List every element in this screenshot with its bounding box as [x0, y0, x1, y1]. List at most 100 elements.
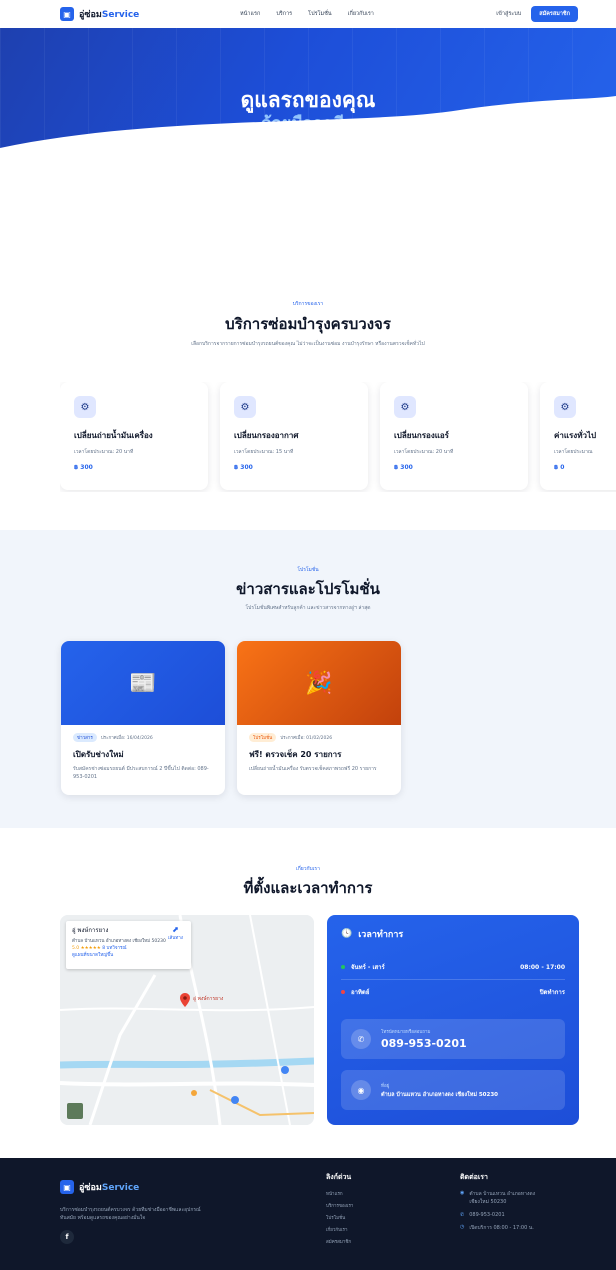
party-popper-icon: 🎉 — [237, 641, 401, 725]
footer-phone[interactable]: ✆ 089-953-0201 — [460, 1212, 505, 1218]
map-directions[interactable]: ⬈ เส้นทาง — [168, 925, 183, 941]
hours-time: 08:00 - 17:00 — [520, 963, 565, 971]
hero-wave — [0, 96, 616, 156]
newspaper-icon: 📰 — [61, 641, 225, 725]
gear-icon: ⚙ — [74, 396, 96, 418]
garage-icon: ▣ — [60, 1180, 74, 1194]
directions-icon: ⬈ — [172, 925, 179, 934]
closed-status-dot — [341, 990, 345, 994]
nav-link-services[interactable]: บริการ — [276, 10, 292, 18]
map-larger-link[interactable]: ดูแผนที่ขนาดใหญ่ขึ้น — [72, 951, 185, 958]
service-name: เปลี่ยนถ่ายน้ำมันเครื่อง — [74, 431, 153, 440]
login-link[interactable]: เข้าสู่ระบบ — [496, 10, 521, 18]
service-price: ฿ 0 — [554, 464, 565, 471]
services-eyebrow: บริการของเรา — [292, 301, 324, 307]
nav-link-home[interactable]: หน้าแรก — [240, 10, 260, 18]
hours-row-sunday: อาทิตย์ ปิดทำการ — [341, 980, 565, 1004]
news-card[interactable]: 📰 ข่าวสาร ประกาศเมื่อ: 16/04/2026 เปิดรั… — [61, 641, 225, 795]
footer-about: บริการซ่อมบำรุงรถยนต์ครบวงจร ด้วยทีมช่าง… — [60, 1207, 201, 1221]
service-price: ฿ 300 — [74, 464, 93, 471]
nav-link-about[interactable]: เกี่ยวกับเรา — [348, 10, 374, 18]
news-date: ประกาศเมื่อ: 01/02/2026 — [280, 736, 333, 741]
facebook-icon[interactable]: f — [60, 1230, 74, 1244]
service-name: เปลี่ยนกรองอากาศ — [234, 431, 299, 440]
news-title-text: เปิดรับช่างใหม่ — [73, 750, 124, 759]
map-info-card: อู่ พงษ์การยาง ตำบล บ้านแหวน อำเภอหางดง … — [66, 921, 191, 969]
brand-logo[interactable]: ▣ อู่ซ่อมService — [60, 7, 139, 21]
news-date: ประกาศเมื่อ: 16/04/2026 — [100, 736, 153, 741]
hours-day: จันทร์ - เสาร์ — [351, 964, 385, 971]
open-status-dot — [341, 965, 345, 969]
map-directions-label: เส้นทาง — [167, 936, 183, 941]
news-text: เปลี่ยนถ่ายน้ำมันเครื่อง รับตรวจเช็คสภาพ… — [249, 766, 377, 772]
location-eyebrow: เกี่ยวกับเรา — [296, 866, 320, 872]
service-card[interactable]: ⚙ เปลี่ยนกรองแอร์ เวลาโดยประมาณ: 20 นาที… — [380, 382, 528, 490]
map-pin-icon: ◉ — [460, 1190, 465, 1196]
map-pin-icon: ◉ — [351, 1080, 371, 1100]
news-text: รับสมัครช่างซ่อมรถยนต์ มีประสบการณ์ 2 ปี… — [73, 766, 209, 780]
service-price: ฿ 300 — [394, 464, 413, 471]
service-name: เปลี่ยนกรองแอร์ — [394, 431, 449, 440]
gear-icon: ⚙ — [394, 396, 416, 418]
gear-icon: ⚙ — [554, 396, 576, 418]
clock-icon: 🕓 — [341, 929, 353, 939]
map-pin-icon[interactable] — [180, 993, 190, 1007]
phone-number[interactable]: 089-953-0201 — [381, 1037, 467, 1050]
hours-row-weekdays: จันทร์ - เสาร์ 08:00 - 17:00 — [341, 955, 565, 980]
service-card[interactable]: ⚙ เปลี่ยนถ่ายน้ำมันเครื่อง เวลาโดยประมาณ… — [60, 382, 208, 490]
service-time: เวลาโดยประมาณ — [554, 449, 593, 455]
hours-day: อาทิตย์ — [351, 989, 370, 996]
hours-panel: 🕓 เวลาทำการ จันทร์ - เสาร์ 08:00 - 17:00… — [327, 915, 579, 1125]
address-box: ◉ ที่อยู่ ตำบล บ้านแหวน อำเภอหางดง เชียง… — [341, 1070, 565, 1110]
gear-icon: ⚙ — [234, 396, 256, 418]
news-title-text: ฟรี! ตรวจเช็ค 20 รายการ — [249, 750, 342, 759]
service-name: ค่าแรงทั่วไป — [554, 431, 597, 440]
top-nav: ▣ อู่ซ่อมService หน้าแรก บริการ โปรโมชั่… — [0, 0, 616, 28]
address-label: ที่อยู่ — [381, 1083, 390, 1089]
footer-hours: ◷ เปิดบริการ 08:00 - 17:00 น. — [460, 1224, 534, 1231]
service-time: เวลาโดยประมาณ: 20 นาที — [394, 449, 454, 455]
nav-actions: เข้าสู่ระบบ สมัครสมาชิก — [496, 6, 578, 22]
clock-icon: ◷ — [460, 1224, 465, 1230]
service-card[interactable]: ⚙ เปลี่ยนกรองอากาศ เวลาโดยประมาณ: 15 นาท… — [220, 382, 368, 490]
contact-title: ติดต่อเรา — [460, 1173, 488, 1181]
news-tag: ข่าวสาร — [73, 733, 97, 742]
promo-tag: โปรโมชั่น — [249, 733, 277, 742]
google-map[interactable]: อู่ พงษ์การยาง อู่ พงษ์การยาง ตำบล บ้านแ… — [60, 915, 314, 1125]
news-eyebrow: โปรโมชั่น — [297, 567, 319, 573]
news-title: ข่าวสารและโปรโมชั่น — [236, 580, 380, 598]
service-price: ฿ 300 — [234, 464, 253, 471]
footer-brand[interactable]: ▣ อู่ซ่อมService — [60, 1180, 139, 1194]
page: ▣ อู่ซ่อมService หน้าแรก บริการ โปรโมชั่… — [0, 0, 616, 1270]
footer-link-home[interactable]: หน้าแรก — [326, 1190, 343, 1197]
footer-brand-name: อู่ซ่อมService — [79, 1183, 140, 1193]
services-carousel: ⚙ เปลี่ยนถ่ายน้ำมันเครื่อง เวลาโดยประมาณ… — [60, 382, 616, 492]
location-title: ที่ตั้งและเวลาทำการ — [243, 879, 373, 897]
hours-time: ปิดทำการ — [539, 989, 565, 996]
hours-heading: 🕓 เวลาทำการ — [341, 927, 565, 941]
brand-name: อู่ซ่อมService — [79, 10, 140, 20]
phone-label: โทรนัดหมายหรือสอบถาม — [381, 1030, 431, 1035]
map-pin-label: อู่ พงษ์การยาง — [193, 996, 224, 1002]
phone-box[interactable]: ✆ โทรนัดหมายหรือสอบถาม 089-953-0201 — [341, 1019, 565, 1059]
footer-address: ◉ ตำบล บ้านแหวน อำเภอหางดง เชียงใหม่ 5023… — [460, 1190, 536, 1205]
service-time: เวลาโดยประมาณ: 15 นาที — [234, 449, 294, 455]
nav-link-promotions[interactable]: โปรโมชั่น — [308, 10, 331, 18]
footer-link-about[interactable]: เกี่ยวกับเรา — [326, 1226, 348, 1233]
services-description: เลือกบริการจากรายการซ่อมบำรุงรถยนต์ของคุ… — [191, 341, 425, 347]
footer-link-signup[interactable]: สมัครสมาชิก — [326, 1238, 351, 1245]
phone-icon: ✆ — [351, 1029, 371, 1049]
phone-icon: ✆ — [460, 1212, 465, 1218]
service-card[interactable]: ⚙ ค่าแรงทั่วไป เวลาโดยประมาณ ฿ 0 — [540, 382, 616, 490]
news-description: โปรโมชั่นพิเศษสำหรับลูกค้า และข่าวสารจาก… — [245, 605, 371, 611]
news-card[interactable]: 🎉 โปรโมชั่น ประกาศเมื่อ: 01/02/2026 ฟรี!… — [237, 641, 401, 795]
footer-link-promotions[interactable]: โปรโมชั่น — [326, 1214, 345, 1221]
footer: ▣ อู่ซ่อมService บริการซ่อมบำรุงรถยนต์คร… — [0, 1158, 616, 1270]
quick-links-title: ลิงก์ด่วน — [326, 1173, 352, 1181]
service-time: เวลาโดยประมาณ: 20 นาที — [74, 449, 134, 455]
nav-links: หน้าแรก บริการ โปรโมชั่น เกี่ยวกับเรา — [240, 10, 374, 18]
signup-button[interactable]: สมัครสมาชิก — [531, 6, 578, 22]
hours-title: เวลาทำการ — [358, 930, 404, 940]
footer-link-services[interactable]: บริการของเรา — [326, 1202, 353, 1209]
services-title: บริการซ่อมบำรุงครบวงจร — [225, 315, 391, 333]
